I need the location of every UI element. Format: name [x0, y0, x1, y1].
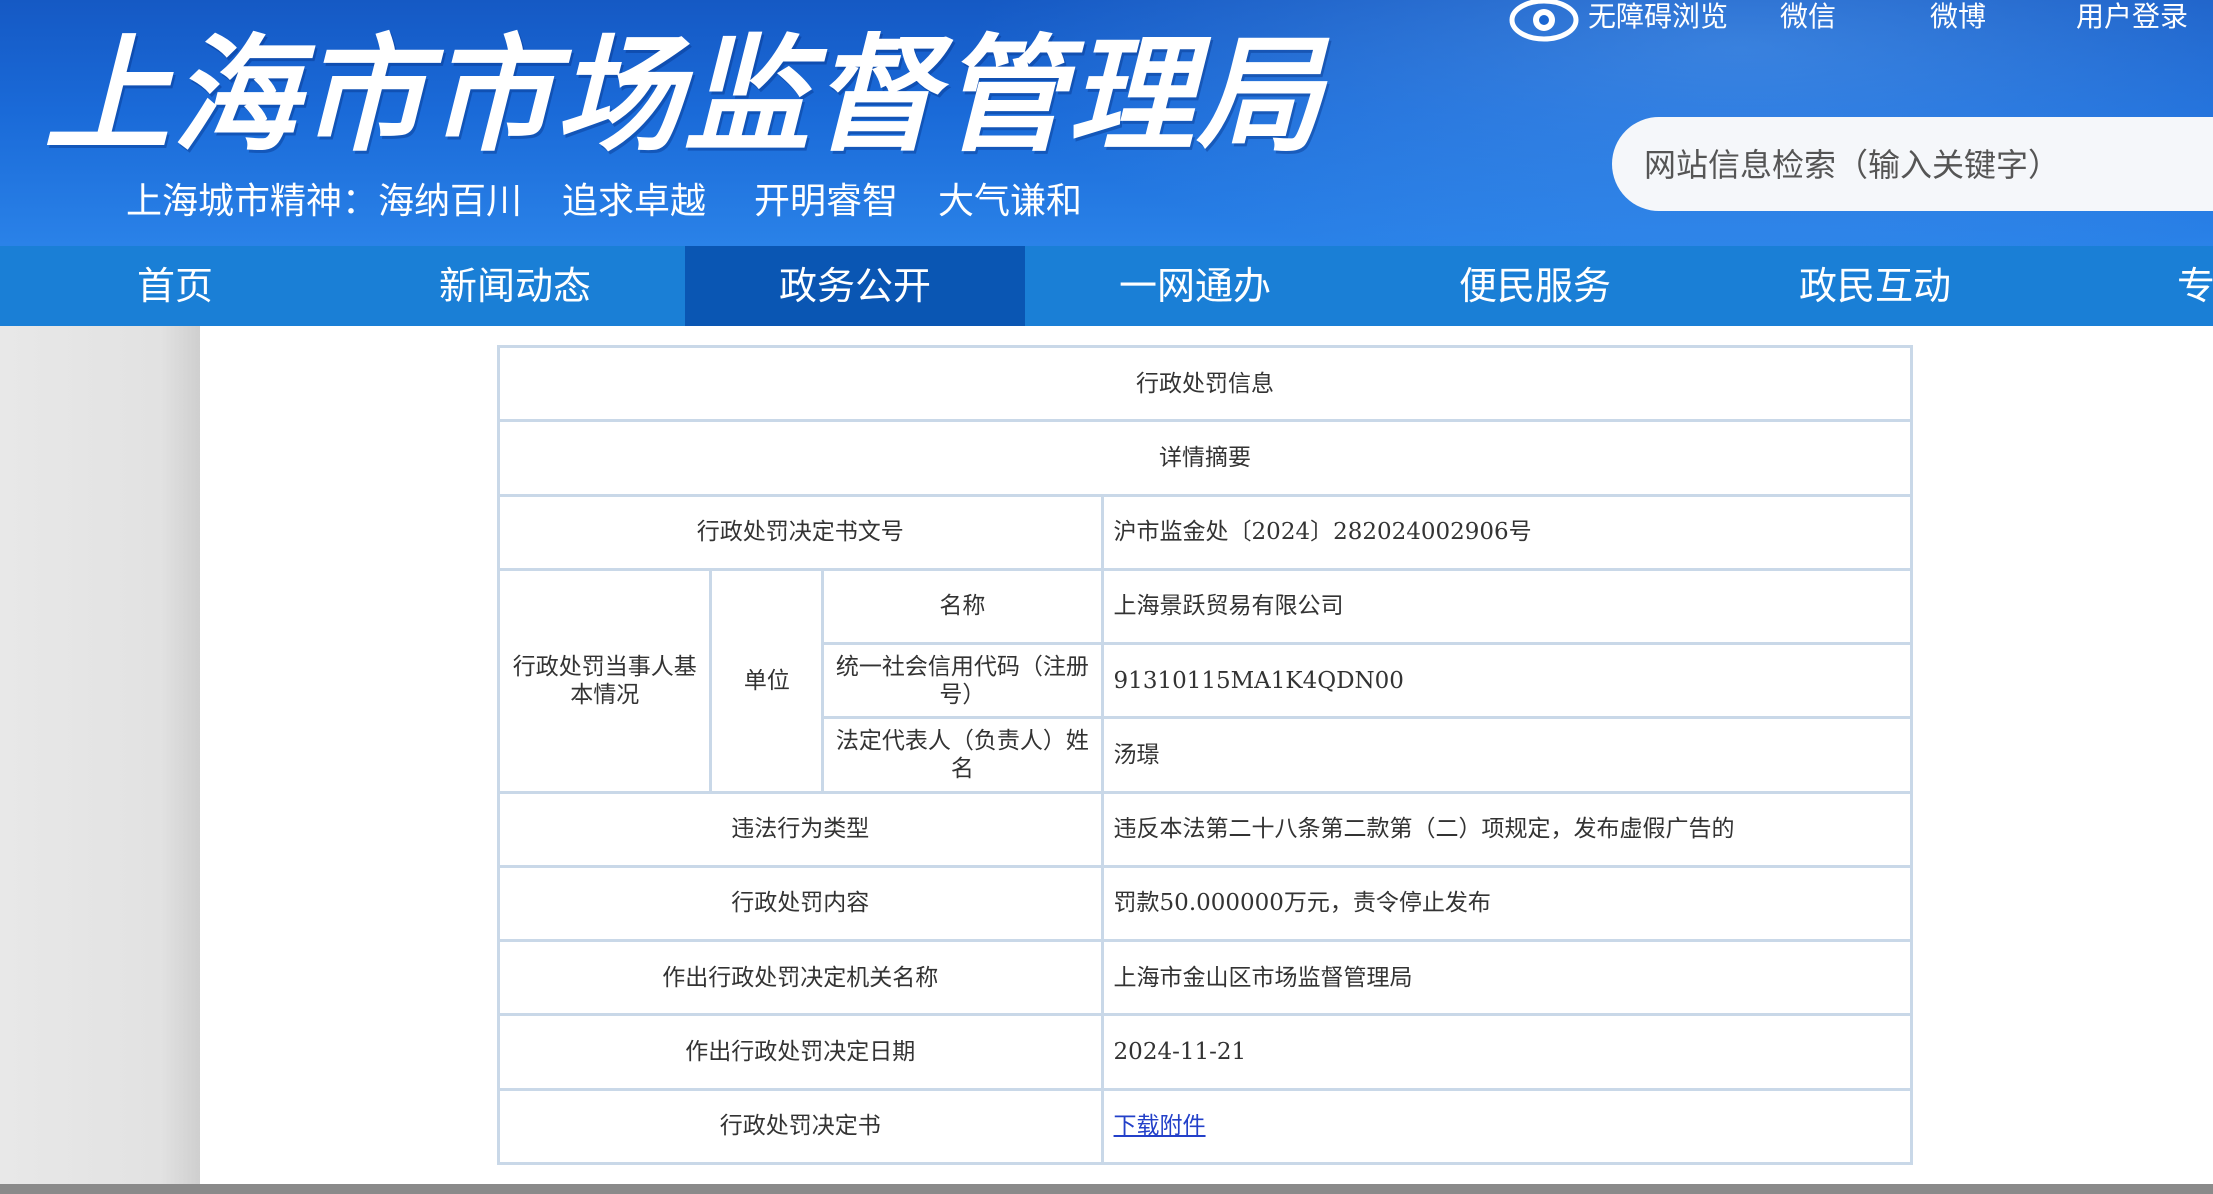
login-link[interactable]: 用户登录 — [2076, 0, 2188, 34]
penalty-content-value: 罚款50.000000万元，责令停止发布 — [1100, 864, 1914, 943]
main-nav: 首页 新闻动态 政务公开 一网通办 便民服务 政民互动 专题 — [0, 246, 2213, 326]
penalty-content-label: 行政处罚内容 — [497, 864, 1104, 943]
document-cell: 下载附件 — [1100, 1087, 1914, 1166]
credit-code-label: 统一社会信用代码（注册号） — [821, 642, 1104, 720]
name-value: 上海景跃贸易有限公司 — [1100, 567, 1914, 646]
weibo-link[interactable]: 微博 — [1930, 0, 1986, 34]
table-title: 行政处罚信息 — [497, 344, 1913, 423]
nav-online-services[interactable]: 一网通办 — [1025, 246, 1365, 326]
name-label: 名称 — [821, 567, 1104, 646]
nav-topics[interactable]: 专题 — [2045, 246, 2213, 326]
page-side-background — [0, 326, 200, 1184]
search-box — [1612, 117, 2213, 211]
wechat-link[interactable]: 微信 — [1780, 0, 1836, 34]
decision-no-value: 沪市监金处〔2024〕282024002906号 — [1100, 493, 1914, 571]
slogan-part-1: 上海城市精神：海纳百川 — [126, 181, 523, 222]
table-row: 行政处罚决定书 下载附件 — [497, 1087, 1914, 1166]
penalty-info-table: 行政处罚信息 详情摘要 行政处罚决定书文号 沪市监金处〔2024〕2820240… — [496, 344, 1914, 1166]
bottom-scroll-edge — [0, 1184, 2213, 1194]
slogan-part-4: 大气谦和 — [938, 181, 1083, 222]
site-title[interactable]: 上海市市场监督管理局 — [44, 26, 1324, 166]
decision-no-label: 行政处罚决定书文号 — [497, 493, 1104, 571]
unit-label: 单位 — [709, 567, 825, 794]
violation-type-value: 违反本法第二十八条第二款第（二）项规定，发布虚假广告的 — [1100, 790, 1914, 868]
site-header: 上海市市场监督管理局 上海城市精神：海纳百川 追求卓越 开明睿智 大气谦和 无障… — [0, 0, 2213, 246]
date-label: 作出行政处罚决定日期 — [497, 1013, 1104, 1091]
slogan-part-2: 追求卓越 — [562, 181, 707, 222]
authority-label: 作出行政处罚决定机关名称 — [497, 939, 1104, 1017]
table-row: 行政处罚信息 — [497, 344, 1913, 423]
table-row: 行政处罚内容 罚款50.000000万元，责令停止发布 — [497, 864, 1914, 943]
accessibility-link[interactable]: 无障碍浏览 — [1588, 0, 1728, 34]
nav-news[interactable]: 新闻动态 — [345, 246, 685, 326]
nav-home[interactable]: 首页 — [5, 246, 345, 326]
table-row: 详情摘要 — [497, 419, 1913, 497]
document-label: 行政处罚决定书 — [497, 1087, 1104, 1166]
table-row: 违法行为类型 违反本法第二十八条第二款第（二）项规定，发布虚假广告的 — [497, 790, 1914, 868]
authority-value: 上海市金山区市场监督管理局 — [1100, 939, 1914, 1017]
table-subtitle: 详情摘要 — [497, 419, 1913, 497]
credit-code-value: 91310115MA1K4QDN00 — [1100, 642, 1914, 720]
legal-rep-value: 汤璟 — [1100, 716, 1914, 794]
table-row: 行政处罚当事人基本情况 单位 名称 上海景跃贸易有限公司 — [496, 567, 1914, 794]
table-row: 作出行政处罚决定日期 2024-11-21 — [497, 1013, 1914, 1091]
nav-public-services[interactable]: 便民服务 — [1365, 246, 1705, 326]
nav-government-affairs[interactable]: 政务公开 — [685, 246, 1025, 326]
eye-icon[interactable] — [1508, 0, 1580, 44]
search-input[interactable] — [1642, 139, 2206, 191]
date-value: 2024-11-21 — [1100, 1013, 1914, 1091]
table-row: 作出行政处罚决定机关名称 上海市金山区市场监督管理局 — [497, 939, 1914, 1017]
party-label: 行政处罚当事人基本情况 — [496, 567, 713, 794]
legal-rep-label: 法定代表人（负责人）姓名 — [821, 716, 1104, 794]
violation-type-label: 违法行为类型 — [497, 790, 1104, 868]
table-row: 行政处罚决定书文号 沪市监金处〔2024〕282024002906号 — [497, 493, 1914, 571]
slogan-part-3: 开明睿智 — [754, 181, 899, 222]
download-attachment-link[interactable]: 下载附件 — [1114, 1113, 1206, 1139]
nav-interaction[interactable]: 政民互动 — [1705, 246, 2045, 326]
